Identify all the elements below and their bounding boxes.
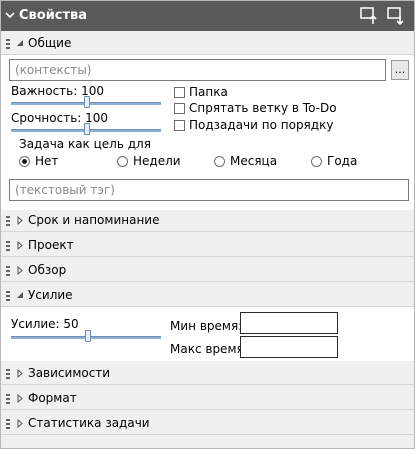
drag-grip-icon[interactable] [6, 39, 10, 49]
urgency-slider[interactable] [11, 123, 161, 137]
subtasks-order-checkbox-label: Подзадачи по порядку [189, 118, 334, 132]
subtasks-order-checkbox[interactable] [174, 120, 185, 131]
section-due-label: Срок и напоминание [28, 213, 160, 227]
section-review-header[interactable]: Обзор [1, 260, 414, 282]
goal-radio-week[interactable] [117, 156, 128, 167]
drag-grip-icon[interactable] [6, 266, 10, 276]
drag-grip-icon[interactable] [6, 394, 10, 404]
folder-checkbox[interactable] [174, 87, 185, 98]
hide-branch-checkbox-label: Спрятать ветку в To-Do [189, 101, 337, 115]
goal-radio-month-label: Месяца [230, 154, 278, 168]
expanded-arrow-icon [17, 292, 23, 298]
section-due-header[interactable]: Срок и напоминание [1, 210, 414, 232]
chevron-down-icon[interactable] [5, 10, 15, 20]
text-tag-input[interactable]: (текстовый тэг) [9, 179, 409, 201]
section-general-label: Общие [28, 36, 72, 50]
section-effort-body: Усилие: 50 Мин время: Макс время: [1, 307, 414, 361]
section-effort-header[interactable]: Усилие [1, 285, 414, 307]
goal-radio-none[interactable] [19, 156, 30, 167]
section-dependencies-label: Зависимости [28, 366, 111, 380]
drag-grip-icon[interactable] [6, 241, 10, 251]
effort-slider-thumb[interactable] [85, 330, 91, 342]
pane-title: Свойства [19, 8, 88, 23]
goal-radio-year[interactable] [311, 156, 322, 167]
section-general-body: (контексты) ... Важность: 100 Срочность:… [1, 55, 414, 210]
section-project-header[interactable]: Проект [1, 235, 414, 257]
section-stats-label: Статистика задачи [28, 416, 150, 430]
drag-grip-icon[interactable] [6, 419, 10, 429]
contexts-input[interactable]: (контексты) [9, 59, 386, 81]
section-project-label: Проект [28, 238, 74, 252]
properties-pane: Свойства Общие (контексты) ... Важность:… [0, 0, 415, 449]
hide-branch-checkbox[interactable] [174, 103, 185, 114]
section-general-header[interactable]: Общие [1, 33, 414, 55]
goal-radio-year-label: Года [327, 154, 358, 168]
goal-radio-none-label: Нет [35, 154, 59, 168]
urgency-slider-thumb[interactable] [84, 123, 90, 135]
importance-slider[interactable] [11, 96, 161, 110]
drag-grip-icon[interactable] [6, 216, 10, 226]
section-format-label: Формат [28, 391, 77, 405]
move-down-icon[interactable] [386, 6, 406, 26]
collapsed-arrow-icon [17, 419, 23, 428]
effort-slider[interactable] [11, 330, 161, 344]
contexts-browse-button[interactable]: ... [391, 60, 409, 80]
max-time-input[interactable] [240, 336, 338, 358]
pane-titlebar: Свойства [1, 1, 414, 31]
collapsed-arrow-icon [17, 241, 23, 250]
move-up-icon[interactable] [359, 6, 379, 26]
drag-grip-icon[interactable] [6, 369, 10, 379]
goal-group-label: Задача как цель для [19, 137, 151, 151]
goal-radio-month[interactable] [214, 156, 225, 167]
min-time-label: Мин время: [170, 319, 243, 333]
section-dependencies-header[interactable]: Зависимости [1, 363, 414, 385]
collapsed-arrow-icon [17, 394, 23, 403]
collapsed-arrow-icon [17, 369, 23, 378]
importance-slider-thumb[interactable] [84, 96, 90, 108]
min-time-input[interactable] [240, 312, 338, 334]
section-format-header[interactable]: Формат [1, 388, 414, 410]
effort-label: Усилие: 50 [11, 317, 79, 331]
section-effort-label: Усилие [28, 288, 73, 302]
folder-checkbox-label: Папка [189, 85, 228, 99]
goal-radio-week-label: Недели [133, 154, 181, 168]
section-stats-header[interactable]: Статистика задачи [1, 413, 414, 435]
expanded-arrow-icon [17, 40, 23, 46]
collapsed-arrow-icon [17, 266, 23, 275]
section-review-label: Обзор [28, 263, 67, 277]
max-time-label: Макс время: [170, 342, 248, 356]
collapsed-arrow-icon [17, 216, 23, 225]
drag-grip-icon[interactable] [6, 291, 10, 301]
